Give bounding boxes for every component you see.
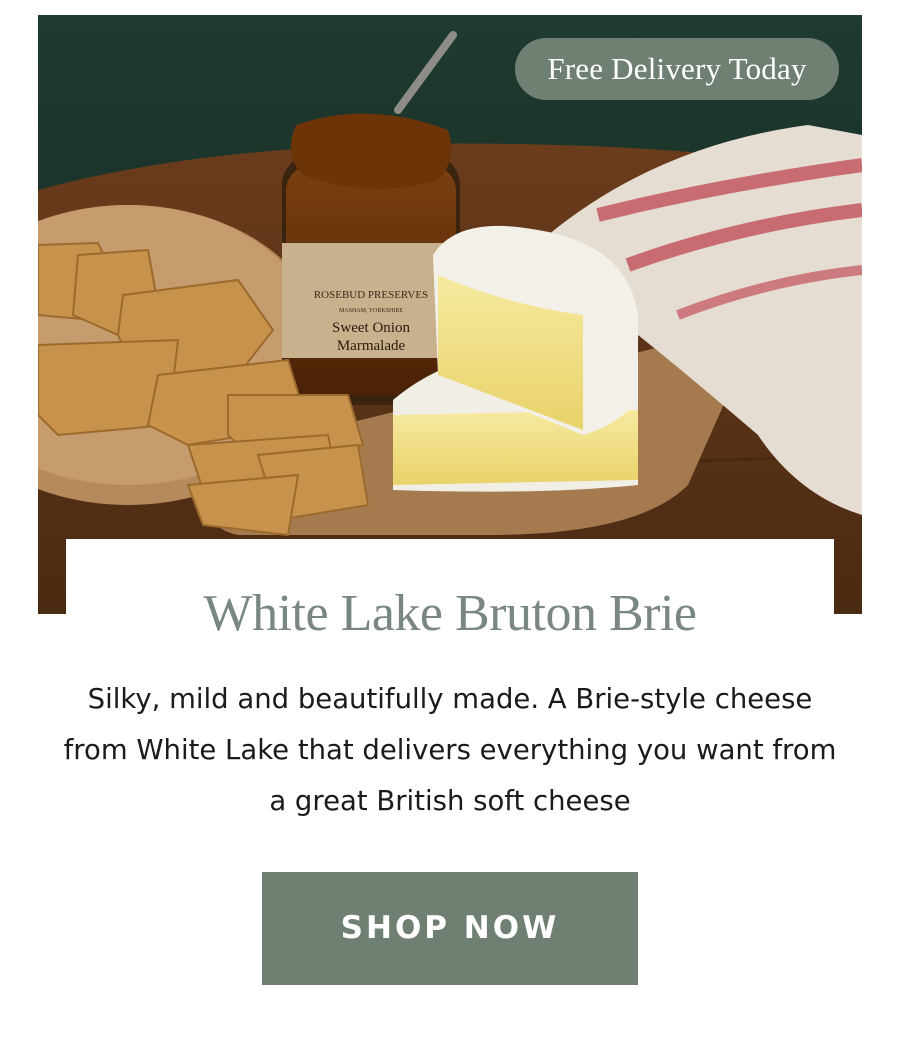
jar-product-line2-text: Marmalade (337, 338, 406, 354)
hero-image: ROSEBUD PRESERVES MASHAM, YORKSHIRE Swee… (38, 15, 862, 614)
product-description: Silky, mild and beautifully made. A Brie… (63, 683, 837, 817)
free-delivery-badge: Free Delivery Today (515, 38, 839, 100)
cheese-board-illustration: ROSEBUD PRESERVES MASHAM, YORKSHIRE Swee… (38, 15, 862, 614)
shop-now-button[interactable]: SHOP NOW (262, 872, 638, 985)
product-title: White Lake Bruton Brie (203, 585, 697, 642)
jar-location-text: MASHAM, YORKSHIRE (339, 308, 403, 314)
jar-product-text: Sweet Onion (332, 320, 410, 336)
jar-brand-text: ROSEBUD PRESERVES (314, 289, 428, 301)
